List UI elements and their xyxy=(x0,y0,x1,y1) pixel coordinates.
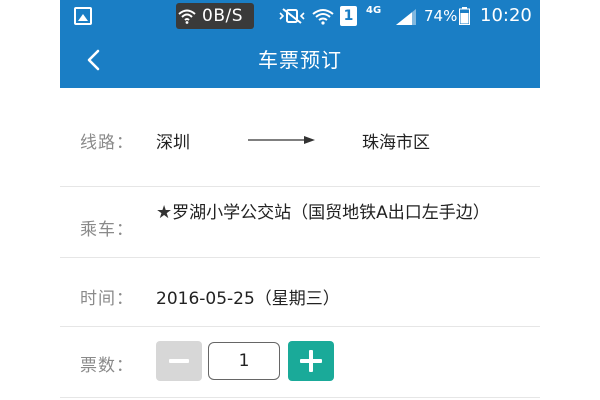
route-row: 线路： 深圳 珠海市区 xyxy=(60,104,540,187)
star-icon: ★ xyxy=(156,202,173,223)
time-value[interactable]: 2016-05-25（星期三） xyxy=(156,284,340,309)
to-station: 珠海市区 xyxy=(362,133,430,153)
wifi-signal-icon xyxy=(312,9,334,25)
boarding-value[interactable]: ★罗湖小学公交站（国贸地铁A出口左手边） xyxy=(156,201,531,225)
network-type: 4G xyxy=(366,5,382,16)
battery-icon xyxy=(459,7,470,25)
route-label: 线路： xyxy=(80,133,134,153)
page-title: 车票预订 xyxy=(258,48,342,72)
wifi-icon xyxy=(178,9,196,24)
title-bar: 车票预订 xyxy=(60,32,540,88)
back-button[interactable] xyxy=(76,42,112,78)
boarding-label: 乘车： xyxy=(80,220,134,240)
tickets-row: 票数： xyxy=(60,327,540,398)
tickets-label: 票数： xyxy=(80,356,134,376)
from-station: 深圳 xyxy=(156,133,190,153)
battery-percent: 74% xyxy=(424,7,458,25)
network-speed: 0B/S xyxy=(202,6,243,26)
cell-signal-icon xyxy=(396,9,416,25)
time-row[interactable]: 时间： 2016-05-25（星期三） xyxy=(60,258,540,327)
boarding-row[interactable]: 乘车： ★罗湖小学公交站（国贸地铁A出口左手边） xyxy=(60,187,540,258)
status-bar: 0B/S 1 4G 74% 10:20 xyxy=(60,0,540,32)
chevron-left-icon xyxy=(87,49,100,71)
time-label: 时间： xyxy=(80,289,134,309)
sim-slot-badge: 1 xyxy=(340,6,357,26)
arrow-right-icon xyxy=(248,136,315,144)
increase-button[interactable] xyxy=(288,341,334,381)
phone-screen: 0B/S 1 4G 74% 10:20 车票预订 线路： 深圳 珠海市区 乘车：… xyxy=(60,0,540,400)
mute-vibrate-icon xyxy=(279,8,305,24)
decrease-button[interactable] xyxy=(156,341,202,381)
gallery-icon xyxy=(74,7,92,25)
ticket-quantity-input[interactable] xyxy=(208,342,280,380)
clock: 10:20 xyxy=(480,5,532,26)
boarding-stop-text: 罗湖小学公交站（国贸地铁A出口左手边） xyxy=(172,203,490,223)
